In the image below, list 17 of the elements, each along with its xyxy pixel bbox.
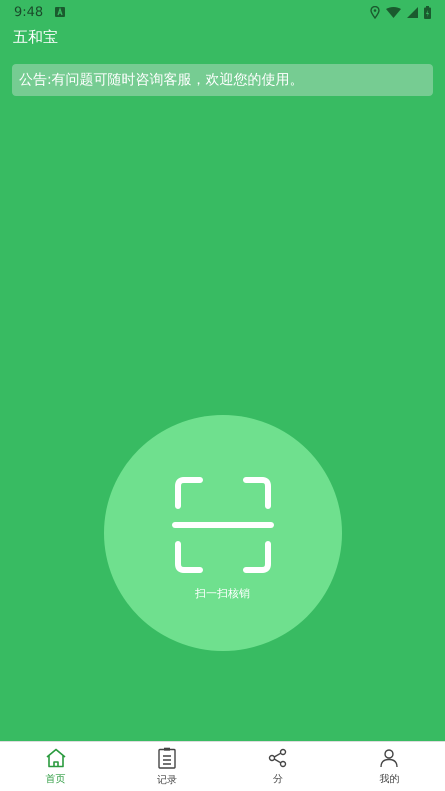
notification-icon [55, 7, 66, 17]
wifi-icon [386, 6, 401, 18]
person-icon [379, 748, 400, 768]
tab-bar-item[interactable]: 分 [222, 742, 334, 791]
clipboard-icon [158, 746, 176, 768]
tab-bar-item[interactable]: 我的 [334, 742, 445, 791]
status-time: 9:48 [14, 4, 44, 20]
app-title: 五和宝 [13, 28, 58, 46]
battery-icon [424, 6, 431, 18]
scan-icon [172, 476, 274, 574]
signal-icon [407, 6, 418, 18]
share-icon [268, 748, 288, 768]
tab-bar-item[interactable]: 记录 [111, 742, 222, 791]
tab-bar-item[interactable]: 首页 [0, 742, 112, 791]
home-icon [44, 748, 67, 768]
location-icon [370, 6, 380, 18]
notice-bar: 公告:有问题可随时咨询客服，欢迎您的使用。 [12, 64, 433, 96]
